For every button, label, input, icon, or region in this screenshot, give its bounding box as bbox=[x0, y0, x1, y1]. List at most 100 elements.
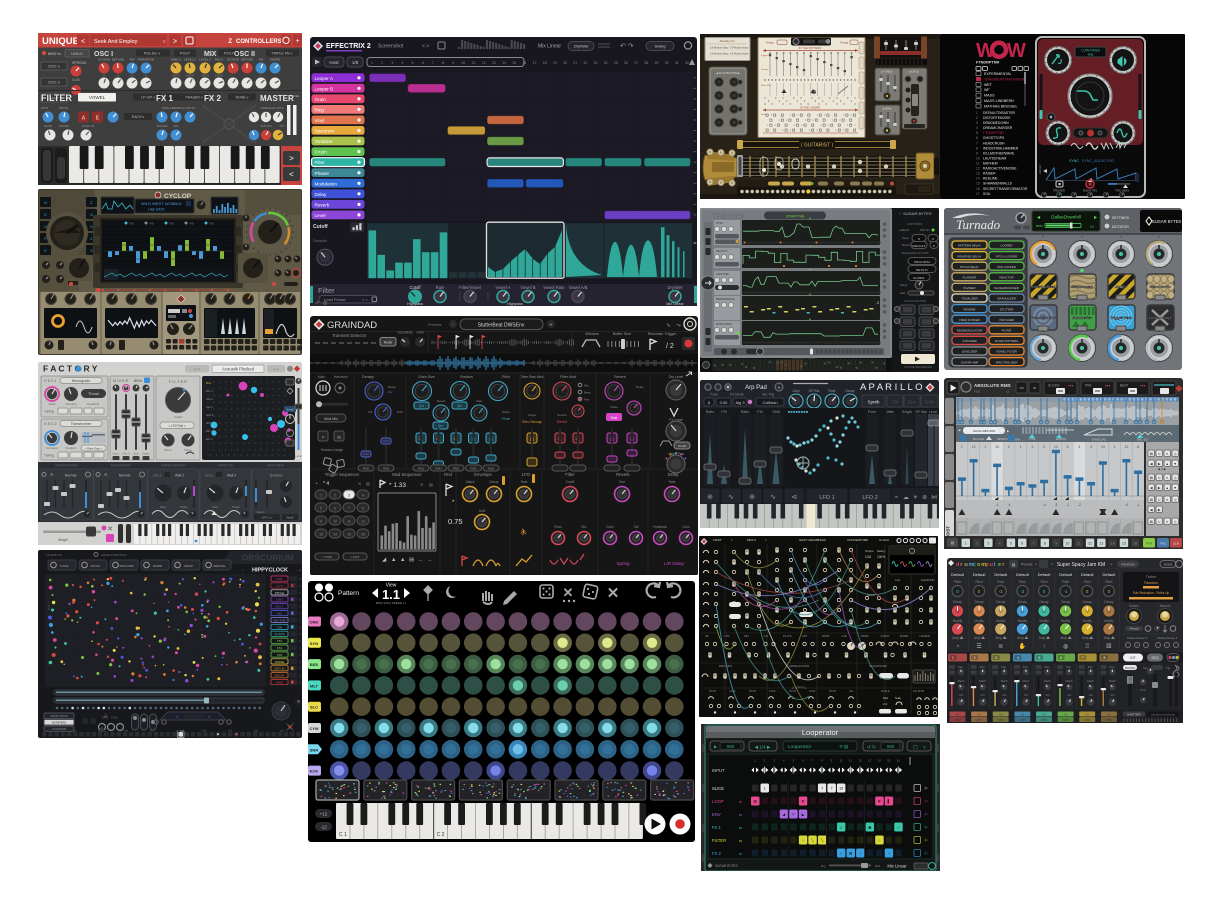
svg-text:21: 21 bbox=[573, 61, 577, 65]
svg-text:8: 8 bbox=[1044, 542, 1046, 546]
svg-text:Target: Target bbox=[528, 413, 537, 417]
svg-text:▤: ▤ bbox=[951, 540, 955, 545]
svg-text:16: 16 bbox=[361, 533, 365, 537]
svg-text:Qnt: Qnt bbox=[457, 404, 462, 408]
svg-text:7: 7 bbox=[976, 141, 978, 145]
svg-text:Rate: Rate bbox=[160, 505, 166, 509]
svg-text:Rate: Rate bbox=[212, 505, 218, 509]
svg-text:1: 1 bbox=[320, 494, 322, 498]
svg-text:▶: ▶ bbox=[1158, 508, 1161, 512]
svg-text:FTNDRPTNR: FTNDRPTNR bbox=[976, 61, 999, 65]
svg-text:Smooth: Smooth bbox=[313, 238, 327, 243]
svg-text:/ 2: / 2 bbox=[666, 343, 674, 350]
svg-text:▼: ▼ bbox=[1174, 462, 1177, 466]
svg-text:E: E bbox=[96, 116, 100, 122]
svg-text:Mod Mix: Mod Mix bbox=[324, 417, 338, 421]
svg-text:Grain: Grain bbox=[315, 97, 327, 102]
svg-text:OSC 2: OSC 2 bbox=[48, 80, 61, 85]
svg-text:8: 8 bbox=[442, 61, 444, 65]
svg-text:Cutoff: Cutoff bbox=[566, 480, 575, 484]
svg-text:-1: -1 bbox=[1137, 503, 1140, 507]
svg-text:3: 3 bbox=[976, 121, 978, 125]
svg-text:Rate: Rate bbox=[669, 480, 676, 484]
svg-text:22: 22 bbox=[584, 61, 588, 65]
svg-text:0.75: 0.75 bbox=[448, 517, 463, 526]
svg-text:RING: RING bbox=[276, 681, 284, 685]
svg-text:∿: ∿ bbox=[666, 323, 671, 329]
svg-text:MAX: MAX bbox=[1015, 439, 1021, 442]
svg-text:16: 16 bbox=[1133, 542, 1137, 546]
svg-text:OCTAVE: OCTAVE bbox=[227, 58, 239, 62]
svg-text:DETUNE: DETUNE bbox=[112, 58, 124, 62]
svg-text:SECRETTRANSFORMATOR: SECRETTRANSFORMATOR bbox=[983, 187, 1028, 191]
svg-text:LFO SYNC: LFO SYNC bbox=[907, 222, 923, 226]
svg-text:GUITAR AMP: GUITAR AMP bbox=[961, 360, 979, 364]
svg-text:✕: ✕ bbox=[358, 481, 361, 486]
svg-text:Osc 2: Osc 2 bbox=[122, 452, 130, 456]
svg-text:Jitter: Jitter bbox=[476, 399, 483, 403]
svg-text:▼: ▼ bbox=[809, 293, 812, 297]
svg-text:Seq 2: Seq 2 bbox=[206, 397, 213, 401]
svg-text:1: 1 bbox=[961, 445, 963, 449]
svg-text:MODIFIERS: MODIFIERS bbox=[52, 721, 67, 725]
svg-text:↶ ↷: ↶ ↷ bbox=[620, 43, 634, 50]
svg-text:4: 4 bbox=[976, 126, 978, 130]
svg-text:26: 26 bbox=[624, 61, 628, 65]
svg-text:◀ AUTO BUTTON ▶: ◀ AUTO BUTTON ▶ bbox=[716, 71, 741, 75]
svg-text:Vowel A: Vowel A bbox=[496, 285, 511, 290]
svg-text:EFFECTRIX 2: EFFECTRIX 2 bbox=[326, 43, 371, 50]
svg-text:1: 1 bbox=[1020, 445, 1022, 449]
svg-text:Drive: Drive bbox=[184, 448, 191, 452]
svg-text:BAL / DLY: BAL / DLY bbox=[1137, 438, 1149, 442]
svg-text:Dry/Wet: Dry/Wet bbox=[667, 285, 683, 290]
svg-text:<: < bbox=[81, 39, 85, 46]
svg-text:Z: Z bbox=[228, 39, 232, 45]
svg-text:* 1.33: * 1.33 bbox=[389, 482, 406, 489]
svg-text:Direct: Direct bbox=[557, 419, 568, 424]
svg-text:⊕: ⊕ bbox=[749, 494, 755, 501]
svg-text:HIPPYCLOCK: HIPPYCLOCK bbox=[252, 568, 288, 574]
svg-text:SCALES: SCALES bbox=[156, 124, 167, 128]
svg-text:AUTO: AUTO bbox=[201, 74, 210, 78]
svg-text:Position: Position bbox=[460, 375, 473, 379]
svg-text:Bal: Bal bbox=[388, 390, 393, 394]
svg-text:←: ← bbox=[418, 557, 424, 563]
svg-text:A: A bbox=[82, 116, 86, 122]
svg-text:4: 4 bbox=[402, 61, 404, 65]
svg-text:Seq 1: Seq 1 bbox=[206, 405, 213, 409]
svg-text:1: 1 bbox=[976, 111, 978, 115]
svg-text:Fine: Fine bbox=[502, 416, 511, 421]
svg-text:ACTION SECTION: ACTION SECTION bbox=[904, 299, 926, 303]
svg-text:PITCH: PITCH bbox=[275, 591, 284, 595]
svg-text:AUTO: AUTO bbox=[186, 74, 195, 78]
svg-text:Speed: Speed bbox=[256, 510, 264, 514]
svg-text:Noseflute: Noseflute bbox=[87, 402, 100, 406]
svg-text:-3: -3 bbox=[1054, 503, 1057, 507]
svg-text:23: 23 bbox=[594, 61, 598, 65]
svg-text:FILTER PATTERN: FILTER PATTERN bbox=[995, 339, 1019, 343]
svg-text:15: 15 bbox=[512, 61, 516, 65]
svg-text:IN THE PATTERN: IN THE PATTERN bbox=[799, 46, 822, 50]
svg-text:4: 4 bbox=[1090, 445, 1092, 449]
svg-text:8: 8 bbox=[362, 507, 364, 511]
svg-text:SLICER: SLICER bbox=[1048, 384, 1060, 388]
svg-text:DallasDownhill: DallasDownhill bbox=[1051, 215, 1081, 220]
svg-text:▤: ▤ bbox=[429, 482, 433, 487]
svg-text:AmericaBeat: AmericaBeat bbox=[1030, 284, 1056, 289]
svg-text:▤: ▤ bbox=[337, 435, 341, 440]
svg-text:Swing: Swing bbox=[900, 283, 908, 287]
svg-text:CRD: CRD bbox=[310, 620, 319, 625]
svg-text:◎: ◎ bbox=[1174, 476, 1177, 480]
svg-text:Rate: Rate bbox=[436, 285, 446, 290]
svg-text:REVERB: REVERB bbox=[964, 307, 976, 311]
svg-text:32: 32 bbox=[685, 61, 689, 65]
svg-text:< STEP: < STEP bbox=[322, 555, 332, 559]
svg-text:Highpass: Highpass bbox=[507, 302, 523, 306]
svg-text:Reso: Reso bbox=[164, 448, 171, 452]
svg-text:Delay: Delay bbox=[668, 472, 680, 477]
svg-text:9: 9 bbox=[976, 151, 978, 155]
svg-text:Filter: Filter bbox=[318, 286, 335, 295]
svg-text:Vowel Rate: Vowel Rate bbox=[543, 285, 565, 290]
svg-text:SLICE METHOD: SLICE METHOD bbox=[973, 429, 996, 433]
svg-text:●●●: ●●● bbox=[1140, 384, 1146, 388]
